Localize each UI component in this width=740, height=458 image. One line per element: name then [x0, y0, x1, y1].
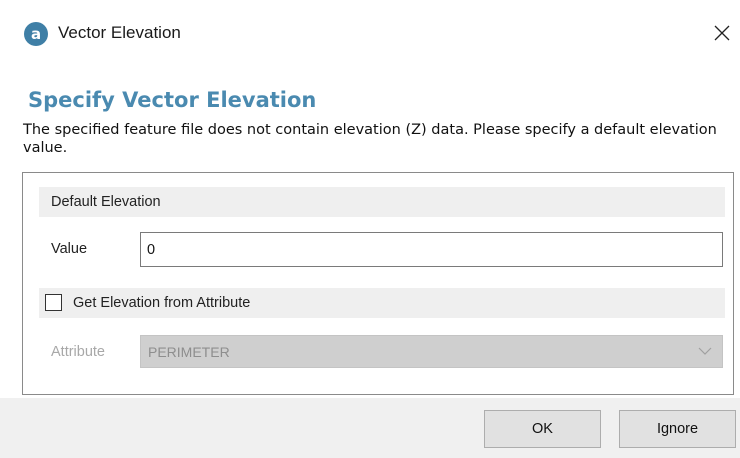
attribute-select[interactable]: PERIMETER [140, 335, 723, 368]
ignore-button[interactable]: Ignore [619, 410, 736, 448]
dialog-window: a Vector Elevation Specify Vector Elevat… [0, 0, 740, 458]
page-heading: Specify Vector Elevation [28, 88, 317, 112]
close-icon [714, 25, 730, 41]
chevron-down-icon [698, 347, 712, 355]
description-text: The specified feature file does not cont… [23, 122, 717, 156]
ok-button[interactable]: OK [484, 410, 601, 448]
app-logo-icon: a [24, 22, 48, 46]
dialog-footer: OK Ignore [0, 398, 740, 458]
default-elevation-label: Default Elevation [51, 194, 161, 210]
window-title: Vector Elevation [58, 23, 181, 42]
value-label: Value [51, 241, 88, 257]
attribute-section-header: Get Elevation from Attribute [39, 288, 725, 318]
elevation-group: Default Elevation Value Get Elevation fr… [22, 172, 734, 395]
elevation-value-input[interactable] [140, 232, 723, 267]
close-button[interactable] [708, 18, 736, 48]
elevation-from-attribute-checkbox[interactable] [45, 294, 62, 311]
title-bar: a Vector Elevation [0, 0, 740, 68]
attribute-label: Attribute [51, 344, 105, 360]
svg-text:a: a [31, 26, 41, 42]
elevation-from-attribute-label[interactable]: Get Elevation from Attribute [73, 295, 250, 311]
attribute-select-value: PERIMETER [148, 344, 230, 360]
default-elevation-header: Default Elevation [39, 187, 725, 217]
